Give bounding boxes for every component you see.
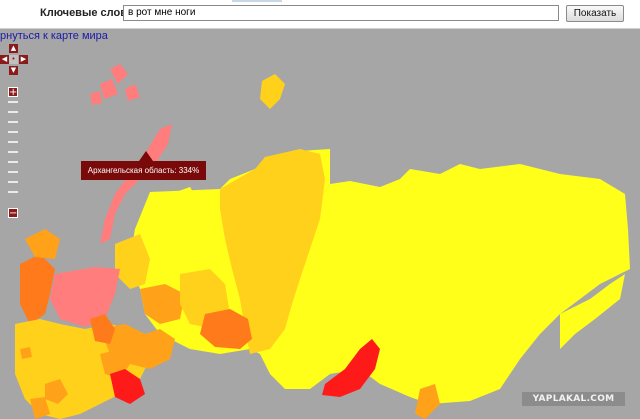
zoom-tick <box>8 161 18 163</box>
zoom-tick <box>8 111 18 113</box>
site-watermark: YAPLAKAL.COM <box>522 392 625 406</box>
region-kaliningrad[interactable] <box>20 347 32 359</box>
zoom-tick <box>8 141 18 143</box>
show-button[interactable]: Показать <box>566 5 624 22</box>
zoom-out-button[interactable]: − <box>8 208 18 219</box>
zoom-tick <box>8 171 18 173</box>
zoom-tick <box>8 121 18 123</box>
zoom-in-button[interactable]: + <box>8 87 18 98</box>
pan-down-icon[interactable]: ▼ <box>9 66 18 75</box>
zoom-tick <box>8 131 18 133</box>
zoom-tick <box>8 181 18 183</box>
zoom-slider-track[interactable] <box>8 101 18 205</box>
region-tooltip: Архангельская область: 334% <box>81 161 206 180</box>
pan-center-icon[interactable]: • <box>9 55 18 64</box>
pan-right-icon[interactable]: ▶ <box>19 55 28 64</box>
search-toolbar: Ключевые слова: в рот мне ноги Показать <box>0 0 640 29</box>
russia-region-map[interactable] <box>0 29 640 419</box>
pan-left-icon[interactable]: ◀ <box>0 55 9 64</box>
keywords-input[interactable]: в рот мне ноги <box>123 5 559 21</box>
zoom-tick <box>8 191 18 193</box>
zoom-tick <box>8 151 18 153</box>
tooltip-pointer <box>139 151 153 161</box>
tab-strip-edge <box>232 0 282 2</box>
back-to-world-map-link[interactable]: рнуться к карте мира <box>0 30 108 42</box>
pan-up-icon[interactable]: ▲ <box>9 44 18 53</box>
zoom-tick <box>8 101 18 103</box>
